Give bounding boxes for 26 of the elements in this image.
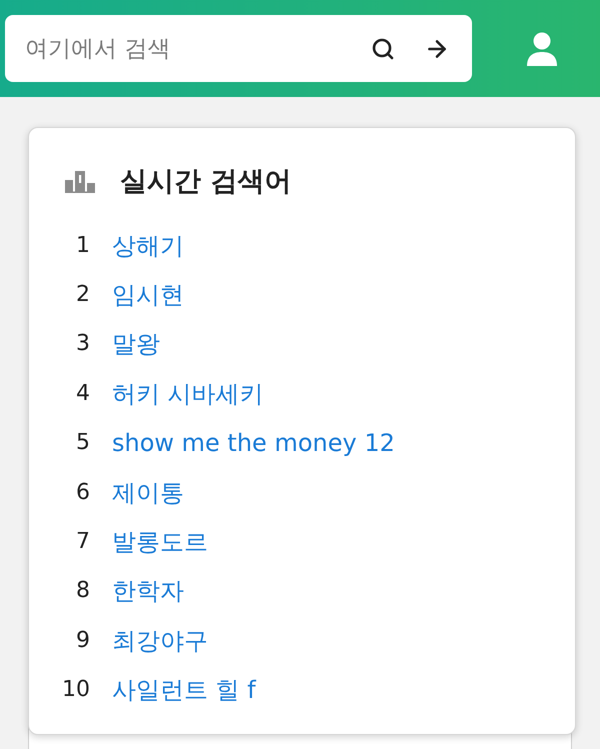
trending-keyword-link[interactable]: 사일런트 힐 f [112,674,256,706]
trending-title: 실시간 검색어 [120,165,292,199]
rank-number: 3 [75,330,90,358]
search-input[interactable]: 여기에서 검색 [25,28,360,68]
rank-number: 7 [75,528,90,556]
user-icon [527,32,557,66]
search-field[interactable]: 여기에서 검색 [5,15,472,82]
trending-keyword-link[interactable]: 최강야구 [112,624,208,657]
rank-number: 1 [75,232,90,260]
rank-number: 2 [75,281,90,310]
rank-number: 4 [75,380,90,408]
rank-number: 10 [61,676,90,704]
trending-keyword-link[interactable]: 제이통 [112,476,184,509]
rank-number: 8 [75,577,90,606]
trending-keyword-link[interactable]: 발롱도르 [112,526,208,558]
trending-keyword-link[interactable]: 상해기 [112,230,184,262]
podium-icon [65,171,95,193]
search-icon [371,36,395,60]
rank-number: 5 [75,429,90,458]
trending-keyword-link[interactable]: 말왕 [112,328,160,360]
trending-keyword-link[interactable]: 임시현 [112,279,184,312]
trending-keyword-link[interactable]: 허키 시바세키 [112,378,264,410]
rank-number: 9 [75,626,90,655]
trending-keyword-link[interactable]: 한학자 [112,575,184,608]
rank-number: 6 [75,478,90,507]
trending-keyword-link[interactable]: show me the money 12 [112,427,395,460]
